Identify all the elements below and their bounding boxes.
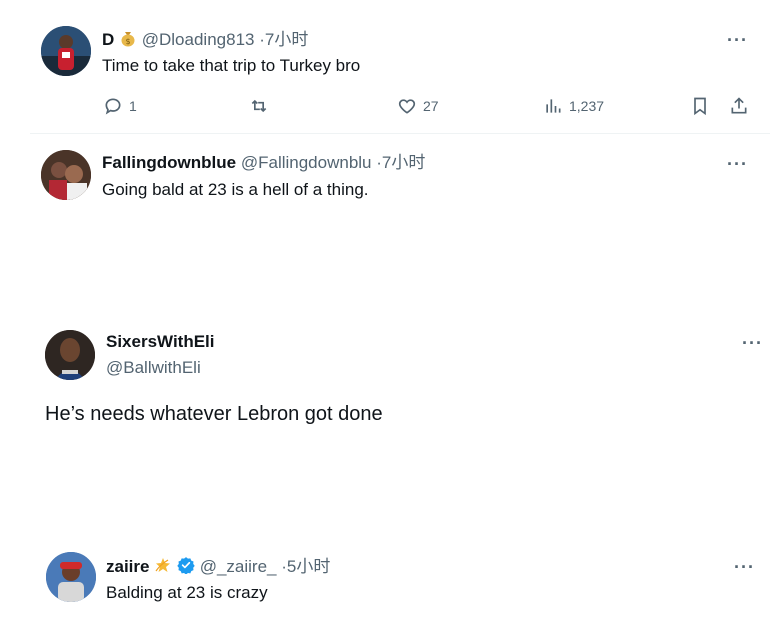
- bookmark-button[interactable]: [690, 96, 710, 116]
- like-button[interactable]: 27: [397, 96, 439, 116]
- verified-badge-icon[interactable]: [177, 556, 195, 579]
- tweet-text: Balding at 23 is crazy: [106, 583, 268, 602]
- share-button[interactable]: [729, 95, 749, 117]
- money-bag-icon: $: [119, 29, 137, 52]
- share-icon: [729, 95, 749, 117]
- tweet-header: D $ @Dloading813 ·7小时: [102, 29, 308, 52]
- display-name[interactable]: Fallingdownblue: [102, 153, 236, 172]
- display-name[interactable]: zaiire: [106, 557, 149, 576]
- handle[interactable]: @_zaiire_: [200, 557, 277, 576]
- bookmark-icon: [690, 96, 710, 116]
- view-count: 1,237: [569, 98, 605, 114]
- timestamp[interactable]: 7小时: [265, 30, 308, 49]
- retweet-button[interactable]: [248, 96, 270, 116]
- tweet-header: zaiire @_zaiire_ ·5小时: [106, 556, 330, 579]
- avatar[interactable]: [45, 330, 95, 380]
- more-options-button[interactable]: ···: [734, 558, 755, 576]
- display-name[interactable]: SixersWithEli: [106, 332, 215, 351]
- retweet-icon: [248, 96, 270, 116]
- divider: [30, 133, 770, 134]
- views-icon: [543, 96, 563, 116]
- tweet-text: Time to take that trip to Turkey bro: [102, 56, 361, 75]
- more-options-button[interactable]: ···: [727, 31, 748, 49]
- display-name-row: SixersWithEli: [106, 332, 215, 352]
- more-options-button[interactable]: ···: [727, 155, 748, 173]
- reply-icon: [103, 96, 123, 116]
- timestamp[interactable]: 7小时: [382, 153, 425, 172]
- avatar[interactable]: [41, 26, 91, 76]
- svg-text:$: $: [125, 37, 130, 46]
- heart-icon: [397, 96, 417, 116]
- like-count: 27: [423, 98, 439, 114]
- dizzy-star-icon: [154, 556, 172, 579]
- reply-button[interactable]: 1: [103, 96, 137, 116]
- reply-count: 1: [129, 98, 137, 114]
- views-button[interactable]: 1,237: [543, 96, 604, 116]
- handle[interactable]: @Fallingdownblu: [241, 153, 372, 172]
- handle[interactable]: @BallwithEli: [106, 358, 201, 377]
- timestamp[interactable]: 5小时: [287, 557, 330, 576]
- handle[interactable]: @Dloading813: [142, 30, 255, 49]
- handle-row: @BallwithEli: [106, 358, 201, 378]
- tweet-header: Fallingdownblue @Fallingdownblu ·7小时: [102, 153, 425, 173]
- tweet-text: Going bald at 23 is a hell of a thing.: [102, 180, 369, 199]
- display-name[interactable]: D: [102, 30, 114, 49]
- avatar[interactable]: [46, 552, 96, 602]
- more-options-button[interactable]: ···: [742, 334, 763, 352]
- tweet-text: He’s needs whatever Lebron got done: [45, 403, 383, 425]
- avatar[interactable]: [41, 150, 91, 200]
